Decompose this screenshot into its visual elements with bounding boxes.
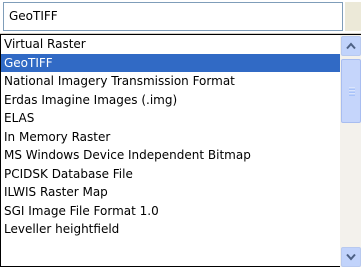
list-item[interactable]: Virtual Raster (1, 35, 340, 54)
list-item[interactable]: Erdas Imagine Images (.img) (1, 91, 340, 110)
vertical-scrollbar[interactable] (340, 35, 361, 267)
format-list: Virtual Raster GeoTIFF National Imagery … (1, 35, 340, 267)
list-item-selected[interactable]: GeoTIFF (1, 53, 340, 72)
combo-field[interactable]: GeoTIFF (0, 0, 361, 34)
arrow-up-icon (346, 42, 356, 50)
list-item[interactable]: In Memory Raster (1, 128, 340, 147)
list-item[interactable]: National Imagery Transmission Format (1, 72, 340, 91)
list-item[interactable]: ILWIS Raster Map (1, 183, 340, 202)
raster-format-combobox[interactable]: GeoTIFF Virtual Raster GeoTIFF National … (0, 0, 361, 267)
arrow-down-icon (346, 253, 356, 261)
list-item[interactable]: PCIDSK Database File (1, 165, 340, 184)
dropdown-list: Virtual Raster GeoTIFF National Imagery … (0, 34, 361, 267)
list-item[interactable]: ELAS (1, 109, 340, 128)
scroll-down-button[interactable] (341, 247, 361, 267)
scroll-thumb[interactable] (341, 59, 361, 123)
combo-selected-value[interactable]: GeoTIFF (3, 2, 343, 31)
list-item[interactable]: SGI Image File Format 1.0 (1, 202, 340, 221)
list-item[interactable]: Leveller heightfield (1, 220, 340, 239)
grip-icon (349, 87, 355, 96)
list-item[interactable]: MS Windows Device Independent Bitmap (1, 146, 340, 165)
combo-dropdown-button[interactable] (345, 2, 361, 31)
scroll-up-button[interactable] (341, 36, 361, 56)
